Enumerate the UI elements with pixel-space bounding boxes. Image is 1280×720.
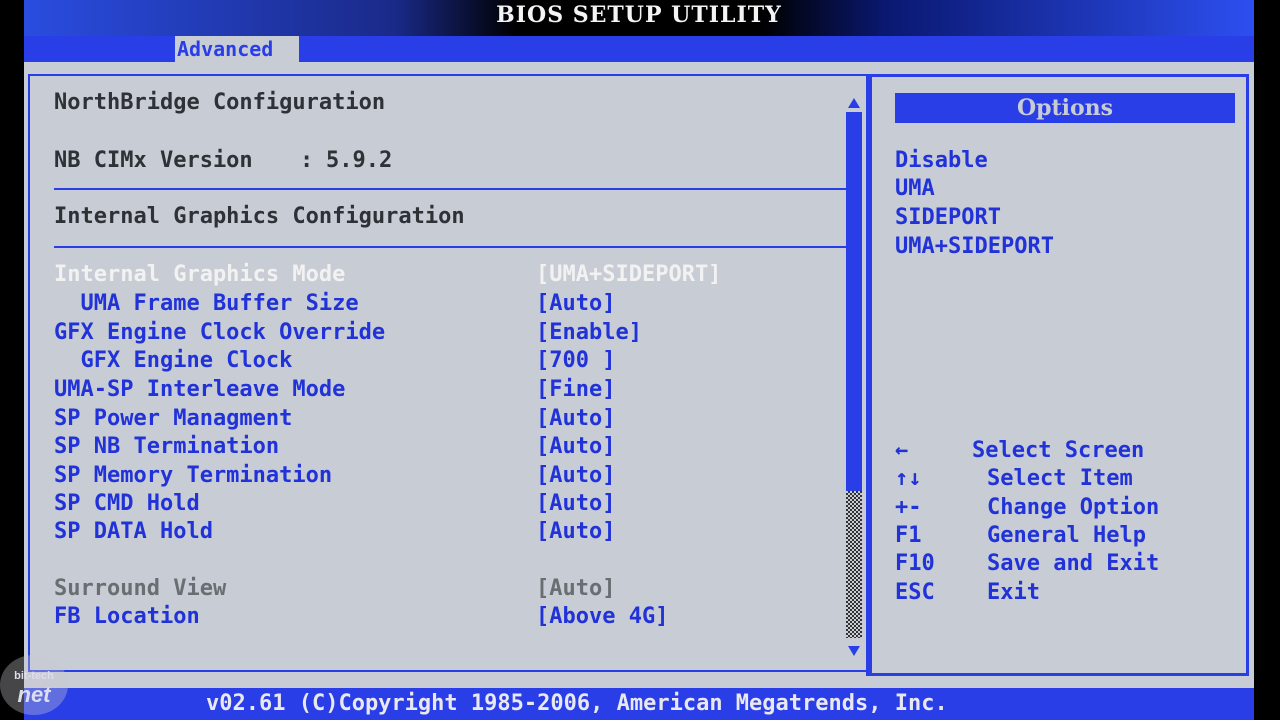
setting-value[interactable]: [Above 4G] — [536, 604, 668, 629]
scroll-up-icon[interactable] — [848, 98, 860, 108]
option-item[interactable]: SIDEPORT — [895, 205, 1001, 230]
menu-bar: Advanced — [24, 36, 1254, 62]
setting-label[interactable]: SP DATA Hold — [54, 519, 213, 544]
subsection-title: Internal Graphics Configuration — [54, 204, 465, 229]
title-bar: BIOS SETUP UTILITY — [24, 0, 1254, 36]
option-item[interactable]: UMA — [895, 176, 935, 201]
options-header: Options — [895, 93, 1235, 123]
setting-label[interactable]: Internal Graphics Mode — [54, 262, 345, 287]
setting-value[interactable]: [Auto] — [536, 576, 615, 601]
setting-value[interactable]: [UMA+SIDEPORT] — [536, 262, 721, 287]
key-f10: F10 — [895, 551, 935, 576]
divider-line — [54, 246, 848, 248]
key-action: Change Option — [987, 495, 1160, 520]
footer-bar: v02.61 (C)Copyright 1985-2006, American … — [24, 688, 1254, 720]
key-action: Select Item — [987, 466, 1133, 491]
setting-value[interactable]: [Auto] — [536, 519, 615, 544]
option-item[interactable]: Disable — [895, 148, 988, 173]
app-title: BIOS SETUP UTILITY — [496, 2, 782, 28]
scroll-down-icon[interactable] — [848, 646, 860, 656]
version-value: 5.9.2 — [326, 148, 393, 173]
divider-line — [54, 188, 848, 190]
copyright-text: v02.61 (C)Copyright 1985-2006, American … — [206, 691, 948, 716]
option-item[interactable]: UMA+SIDEPORT — [895, 234, 1054, 259]
watermark-logo: bit-tech net — [0, 655, 68, 715]
tab-advanced[interactable]: Advanced — [175, 36, 299, 62]
scrollbar-thumb[interactable] — [846, 112, 862, 491]
key-action: Exit — [987, 580, 1040, 605]
setting-value[interactable]: [Auto] — [536, 291, 615, 316]
watermark-top: bit-tech — [14, 670, 54, 682]
setting-label[interactable]: UMA Frame Buffer Size — [54, 291, 358, 316]
watermark-bottom: net — [17, 682, 51, 707]
key-esc: ESC — [895, 580, 935, 605]
setting-label[interactable]: GFX Engine Clock — [54, 348, 292, 373]
setup-screen: NorthBridge Configuration NB CIMx Versio… — [24, 62, 1254, 688]
setting-value[interactable]: [Enable] — [536, 320, 642, 345]
scrollbar-track-rest — [846, 491, 862, 638]
key-left-arrow-icon: ← — [895, 438, 909, 463]
setting-label[interactable]: UMA-SP Interleave Mode — [54, 377, 345, 402]
key-action: Select Screen — [972, 438, 1145, 463]
setting-label[interactable]: SP Power Managment — [54, 406, 292, 431]
setting-value[interactable]: [Auto] — [536, 434, 615, 459]
setting-value[interactable]: [Fine] — [536, 377, 615, 402]
setting-label[interactable]: GFX Engine Clock Override — [54, 320, 385, 345]
key-f1: F1 — [895, 523, 922, 548]
setting-value[interactable]: [Auto] — [536, 406, 615, 431]
key-action: General Help — [987, 523, 1146, 548]
setting-label[interactable]: SP CMD Hold — [54, 491, 200, 516]
setting-value[interactable]: [700 ] — [536, 348, 615, 373]
key-action: Save and Exit — [987, 551, 1160, 576]
scrollbar[interactable] — [846, 112, 862, 638]
key-plus-minus-icon: +- — [895, 495, 922, 520]
setting-value[interactable]: [Auto] — [536, 463, 615, 488]
version-label: NB CIMx Version — [54, 148, 253, 173]
key-up-down-arrows-icon: ↑↓ — [895, 466, 922, 491]
version-separator: : — [300, 148, 314, 173]
setting-label[interactable]: Surround View — [54, 576, 226, 601]
setting-label[interactable]: SP NB Termination — [54, 434, 279, 459]
setting-value[interactable]: [Auto] — [536, 491, 615, 516]
setting-label[interactable]: SP Memory Termination — [54, 463, 332, 488]
section-title: NorthBridge Configuration — [54, 90, 386, 115]
setting-label[interactable]: FB Location — [54, 604, 200, 629]
